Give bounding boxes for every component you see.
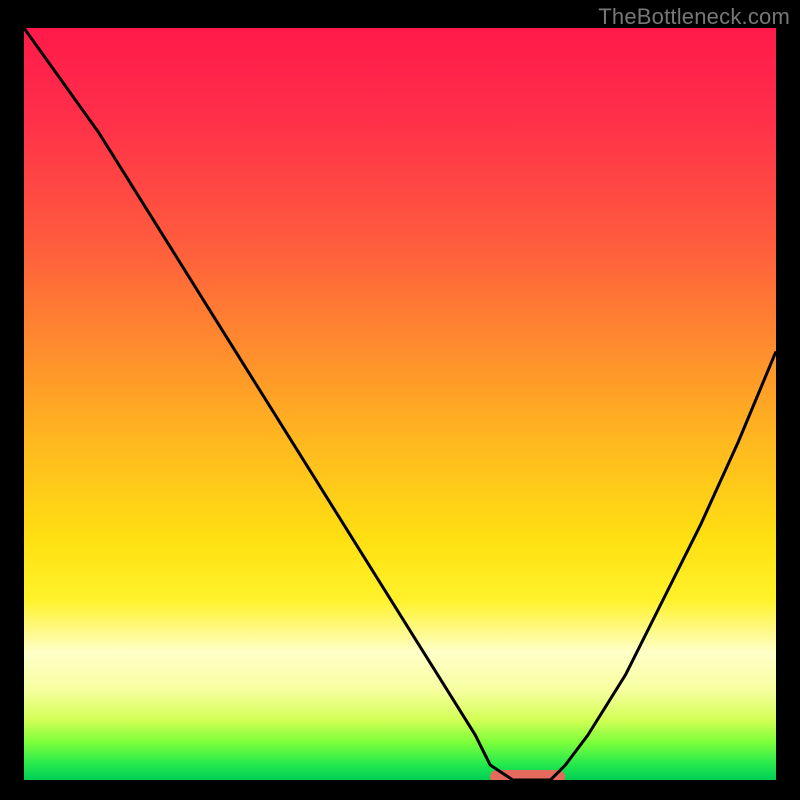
curve-path: [24, 28, 776, 780]
chart-frame: TheBottleneck.com: [0, 0, 800, 800]
watermark-text: TheBottleneck.com: [598, 4, 790, 30]
plot-area: [24, 28, 776, 780]
bottleneck-curve: [24, 28, 776, 780]
